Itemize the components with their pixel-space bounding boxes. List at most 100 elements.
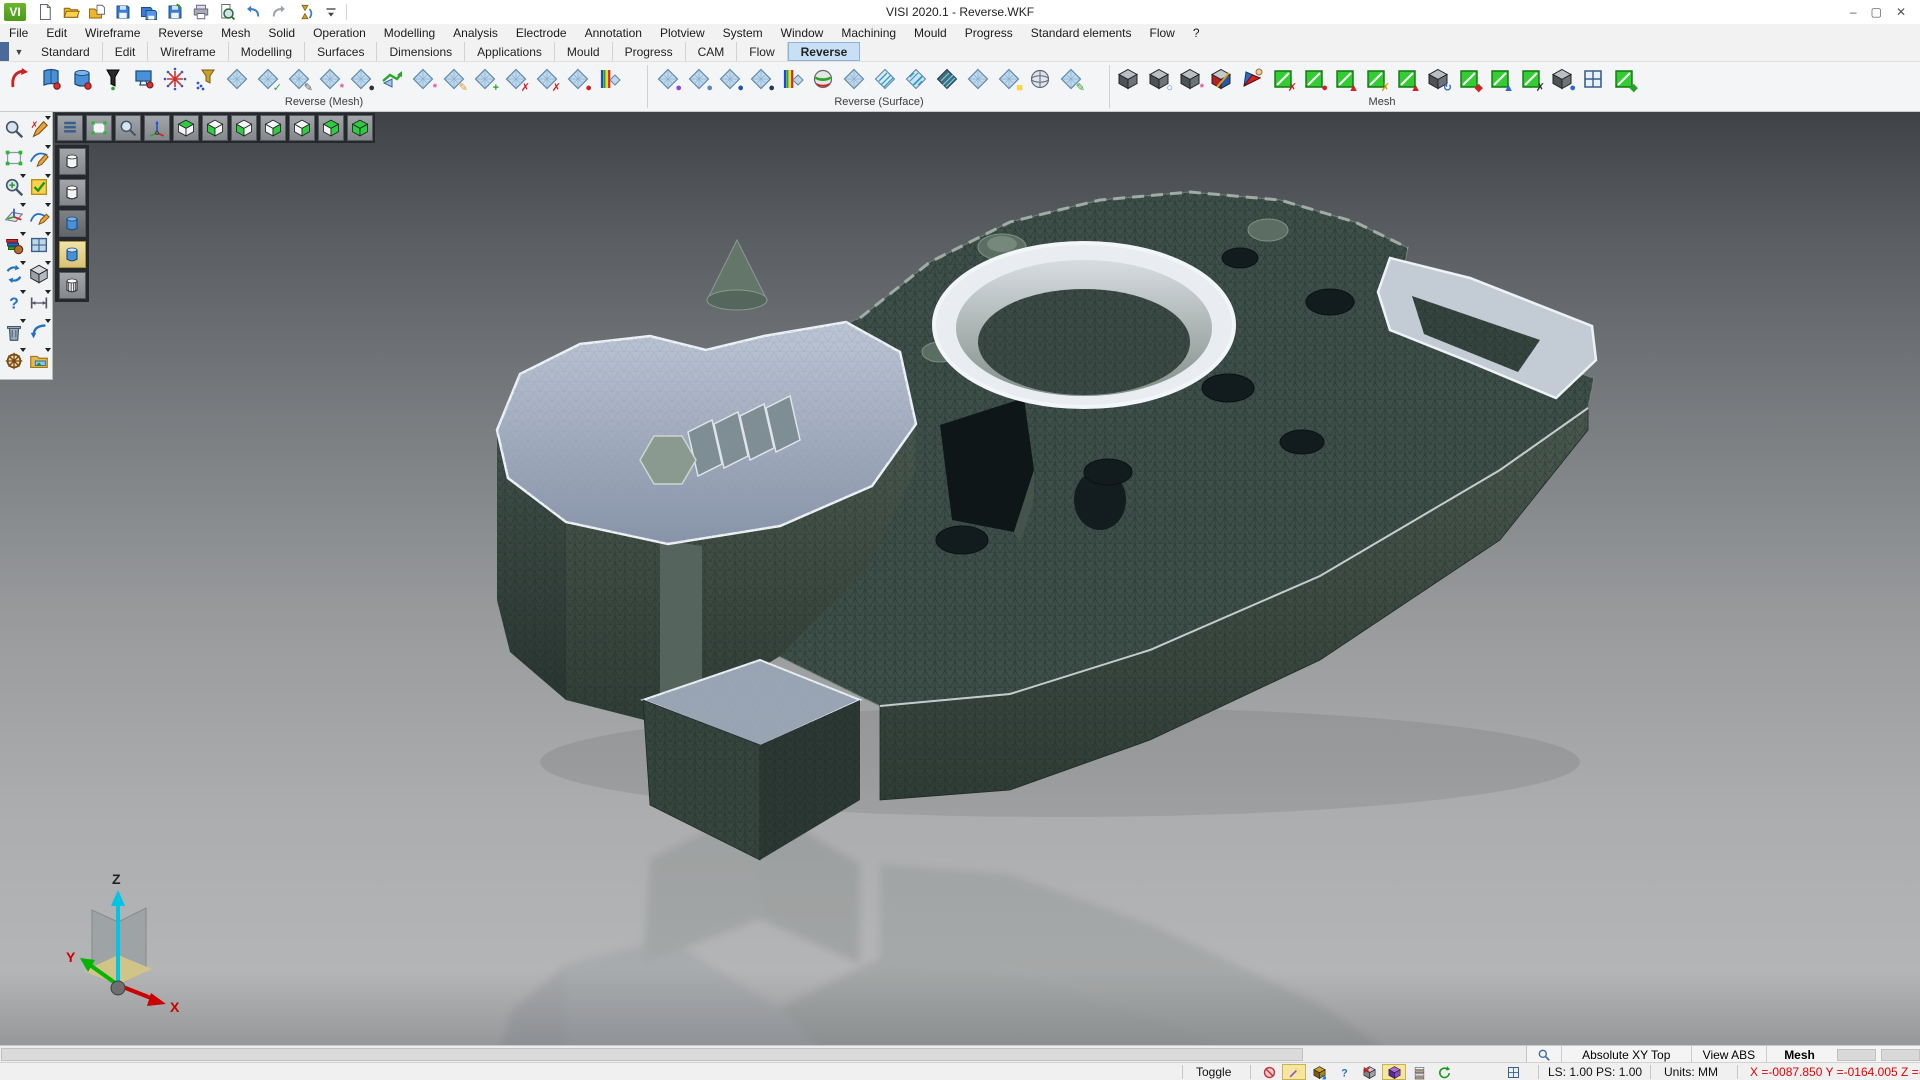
surface-grid-points-icon[interactable]: ● [718, 67, 742, 91]
surface-sketch-icon[interactable]: ✎ [1059, 67, 1083, 91]
mesh-paint-icon[interactable]: ✎ [442, 67, 466, 91]
context-help-icon[interactable]: ? [1332, 1064, 1356, 1080]
auto-regen-icon[interactable] [1432, 1064, 1456, 1080]
shaded-mode-icon[interactable] [59, 210, 86, 237]
view-abs-cell[interactable]: View ABS [1692, 1046, 1768, 1063]
maximize-button[interactable]: ▢ [1871, 5, 1882, 19]
facet-edit-icon[interactable]: ● [1302, 67, 1326, 91]
mesh-offset-icon[interactable] [380, 67, 404, 91]
grid-pane-icon[interactable] [1506, 1063, 1521, 1080]
mesh-sculpt-icon[interactable] [1209, 67, 1233, 91]
mesh-create-icon[interactable] [225, 67, 249, 91]
edit-delete-icon[interactable]: ✗ [26, 115, 51, 142]
graphics-viewport[interactable]: Z Y X ✗? [0, 112, 1920, 1045]
facet-arrow-icon[interactable]: ▲ [1488, 67, 1512, 91]
toggle-label[interactable]: Toggle [1196, 1063, 1231, 1080]
close-button[interactable]: ✕ [1896, 5, 1906, 19]
save-as-icon[interactable] [138, 2, 160, 22]
normals-invert-icon[interactable]: ✗ [1271, 67, 1295, 91]
facet-mark-icon[interactable]: ◆ [1457, 67, 1481, 91]
surface-sections-icon[interactable] [935, 67, 959, 91]
undo-view-icon[interactable] [26, 318, 51, 345]
menu-operation[interactable]: Operation [304, 24, 375, 42]
horizontal-scrollbar[interactable] [1, 1048, 1303, 1061]
tab-mould[interactable]: Mould [555, 42, 613, 61]
mesh-node-icon[interactable]: ● [1550, 67, 1574, 91]
delete-icon[interactable] [1, 318, 26, 345]
view-back-icon[interactable] [318, 115, 344, 141]
view-front-icon[interactable] [289, 115, 315, 141]
menu-edit[interactable]: Edit [37, 24, 76, 42]
view-shaded-icon[interactable] [347, 115, 373, 141]
ucs-cube-icon[interactable] [1382, 1064, 1406, 1080]
mesh-refine-icon[interactable]: ● [349, 67, 373, 91]
view-bottom-icon[interactable] [202, 115, 228, 141]
menu-mesh[interactable]: Mesh [212, 24, 259, 42]
solid-box-icon[interactable] [26, 260, 51, 287]
align-scan-icon[interactable] [132, 67, 156, 91]
menu-machining[interactable]: Machining [832, 24, 905, 42]
redo-icon[interactable] [268, 2, 290, 22]
menu-standard-elements[interactable]: Standard elements [1022, 24, 1141, 42]
menu-window[interactable]: Window [772, 24, 833, 42]
undo-icon[interactable] [242, 2, 264, 22]
attributes-icon[interactable] [1, 231, 26, 258]
tab-applications[interactable]: Applications [465, 42, 555, 61]
quick-toolbar-caret-icon[interactable] [320, 2, 342, 22]
spline-edit-icon[interactable] [26, 144, 51, 171]
mesh-model-view[interactable]: Z Y X [0, 112, 1920, 1045]
menu-system[interactable]: System [714, 24, 772, 42]
mesh-validate-icon[interactable]: ✓ [256, 67, 280, 91]
filter-points-icon[interactable] [101, 67, 125, 91]
find-icon-cell[interactable] [1527, 1046, 1562, 1063]
save-refresh-icon[interactable] [164, 2, 186, 22]
axes-view-icon[interactable] [144, 115, 170, 141]
facet-flip-icon[interactable]: ▲ [1395, 67, 1419, 91]
regen-icon[interactable] [1, 260, 26, 287]
mesh-orient-icon[interactable] [1240, 67, 1264, 91]
confirm-icon[interactable] [26, 173, 51, 200]
mesh-parameters-icon[interactable]: * [318, 67, 342, 91]
hidden-line-mode-icon[interactable] [59, 179, 86, 206]
menu--[interactable]: ? [1184, 24, 1209, 42]
zoom-window-icon[interactable] [1, 173, 26, 200]
segment-arc-icon[interactable] [8, 67, 32, 91]
toolbar-grip[interactable] [0, 42, 9, 61]
surface-texture-icon[interactable]: ■ [997, 67, 1021, 91]
mesh-delete-region-icon[interactable]: ✗ [535, 67, 559, 91]
view-top-icon[interactable] [173, 115, 199, 141]
sphere-fit-icon[interactable] [1028, 67, 1052, 91]
menu-mould[interactable]: Mould [905, 24, 956, 42]
tab-reverse[interactable]: Reverse [788, 42, 861, 61]
view-menu-icon[interactable] [57, 115, 83, 141]
workplane-mode-cell[interactable]: Absolute XY Top [1562, 1046, 1692, 1063]
tab-overflow-caret-icon[interactable]: ▼ [9, 42, 29, 61]
view-left-icon[interactable] [231, 115, 257, 141]
mesh-grid-icon[interactable] [1581, 67, 1605, 91]
point-cloud-icon[interactable] [163, 67, 187, 91]
mesh-add-icon[interactable]: + [473, 67, 497, 91]
surface-isolines-icon[interactable] [873, 67, 897, 91]
transparent-mode-icon[interactable] [59, 272, 86, 299]
tab-flow[interactable]: Flow [737, 42, 787, 61]
mesh-repair-icon[interactable]: ✎ [287, 67, 311, 91]
curve-edit-icon[interactable] [26, 202, 51, 229]
zoom-icon[interactable] [115, 115, 141, 141]
open-folder-icon[interactable] [60, 2, 82, 22]
facet-split-icon[interactable]: ▲ [1333, 67, 1357, 91]
print-preview-icon[interactable] [216, 2, 238, 22]
menu-progress[interactable]: Progress [956, 24, 1022, 42]
import-scan-cylinder-icon[interactable] [70, 67, 94, 91]
surface-deviation-strip-icon[interactable] [780, 67, 804, 91]
menu-plotview[interactable]: Plotview [651, 24, 714, 42]
mesh-smooth-icon[interactable]: * [411, 67, 435, 91]
deviation-sphere-icon[interactable] [811, 67, 835, 91]
import-cloud-icon[interactable] [39, 67, 63, 91]
tab-wireframe[interactable]: Wireframe [148, 42, 228, 61]
surface-point-icon[interactable]: ● [656, 67, 680, 91]
shaded-edges-mode-icon[interactable] [59, 241, 86, 268]
measure-icon[interactable] [26, 289, 51, 316]
menu-annotation[interactable]: Annotation [576, 24, 651, 42]
undo-history-icon[interactable] [294, 2, 316, 22]
surface-plain-icon[interactable] [966, 67, 990, 91]
